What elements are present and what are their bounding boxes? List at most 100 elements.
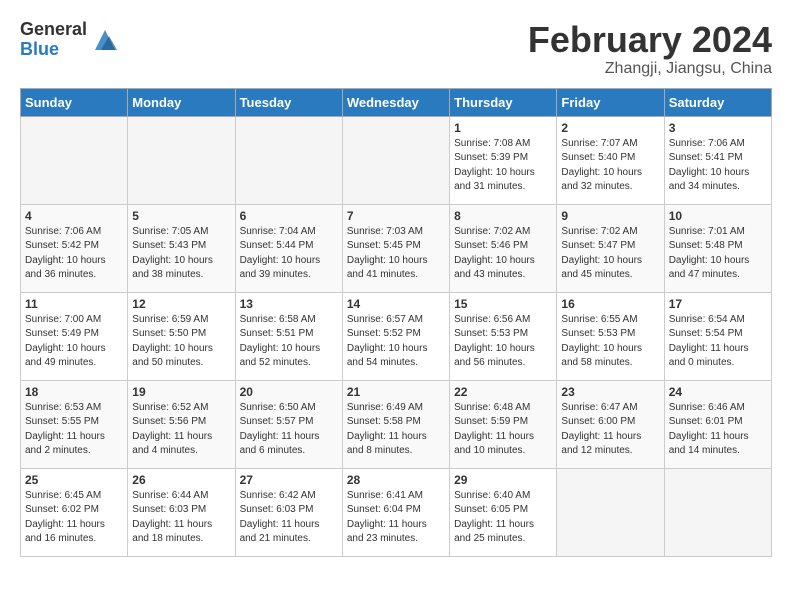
day-number: 22 (454, 385, 552, 399)
calendar-cell: 26 Sunrise: 6:44 AMSunset: 6:03 PMDayligh… (128, 468, 235, 556)
day-number: 17 (669, 297, 767, 311)
calendar-week-row: 18 Sunrise: 6:53 AMSunset: 5:55 PMDayligh… (21, 380, 772, 468)
day-number: 15 (454, 297, 552, 311)
calendar-cell: 20 Sunrise: 6:50 AMSunset: 5:57 PMDayligh… (235, 380, 342, 468)
calendar-cell (557, 468, 664, 556)
calendar-cell: 18 Sunrise: 6:53 AMSunset: 5:55 PMDayligh… (21, 380, 128, 468)
calendar-cell: 13Sunrise: 6:58 AMSunset: 5:51 PMDayligh… (235, 292, 342, 380)
calendar-cell: 24Sunrise: 6:46 AMSunset: 6:01 PMDayligh… (664, 380, 771, 468)
day-number: 24 (669, 385, 767, 399)
day-number: 4 (25, 209, 123, 223)
calendar-cell: 27Sunrise: 6:42 AMSunset: 6:03 PMDayligh… (235, 468, 342, 556)
day-number: 11 (25, 297, 123, 311)
cell-content: Sunrise: 7:02 AMSunset: 5:47 PMDaylight:… (561, 225, 659, 283)
calendar-cell: 8 Sunrise: 7:02 AMSunset: 5:46 PMDaylight… (450, 204, 557, 292)
calendar-week-row: 4 Sunrise: 7:06 AMSunset: 5:42 PMDaylight… (21, 204, 772, 292)
weekday-header-row: SundayMondayTuesdayWednesdayThursdayFrid… (21, 88, 772, 116)
day-number: 9 (561, 209, 659, 223)
cell-content: Sunrise: 6:57 AMSunset: 5:52 PMDaylight:… (347, 313, 445, 371)
calendar-cell: 4 Sunrise: 7:06 AMSunset: 5:42 PMDaylight… (21, 204, 128, 292)
calendar-cell: 2 Sunrise: 7:07 AMSunset: 5:40 PMDaylight… (557, 116, 664, 204)
calendar-cell (21, 116, 128, 204)
cell-content: Sunrise: 7:00 AMSunset: 5:49 PMDaylight:… (25, 313, 123, 371)
cell-content: Sunrise: 6:48 AMSunset: 5:59 PMDaylight:… (454, 401, 552, 459)
cell-content: Sunrise: 6:50 AMSunset: 5:57 PMDaylight:… (240, 401, 338, 459)
calendar-cell: 5 Sunrise: 7:05 AMSunset: 5:43 PMDaylight… (128, 204, 235, 292)
day-number: 2 (561, 121, 659, 135)
logo-blue-text: Blue (20, 40, 87, 60)
cell-content: Sunrise: 7:03 AMSunset: 5:45 PMDaylight:… (347, 225, 445, 283)
calendar-week-row: 25Sunrise: 6:45 AMSunset: 6:02 PMDayligh… (21, 468, 772, 556)
weekday-header: Tuesday (235, 88, 342, 116)
day-number: 6 (240, 209, 338, 223)
weekday-header: Monday (128, 88, 235, 116)
calendar-cell: 17 Sunrise: 6:54 AMSunset: 5:54 PMDayligh… (664, 292, 771, 380)
cell-content: Sunrise: 6:54 AMSunset: 5:54 PMDaylight:… (669, 313, 767, 371)
calendar-cell: 15 Sunrise: 6:56 AMSunset: 5:53 PMDayligh… (450, 292, 557, 380)
title-block: February 2024 Zhangji, Jiangsu, China (528, 20, 772, 78)
calendar-cell: 21 Sunrise: 6:49 AMSunset: 5:58 PMDayligh… (342, 380, 449, 468)
calendar-cell (664, 468, 771, 556)
day-number: 25 (25, 473, 123, 487)
day-number: 3 (669, 121, 767, 135)
weekday-header: Thursday (450, 88, 557, 116)
cell-content: Sunrise: 7:07 AMSunset: 5:40 PMDaylight:… (561, 137, 659, 195)
cell-content: Sunrise: 6:41 AMSunset: 6:04 PMDaylight:… (347, 489, 445, 547)
day-number: 12 (132, 297, 230, 311)
page-header: General Blue February 2024 Zhangji, Jian… (20, 20, 772, 78)
calendar-cell (128, 116, 235, 204)
cell-content: Sunrise: 7:01 AMSunset: 5:48 PMDaylight:… (669, 225, 767, 283)
day-number: 1 (454, 121, 552, 135)
calendar-cell: 22 Sunrise: 6:48 AMSunset: 5:59 PMDayligh… (450, 380, 557, 468)
day-number: 14 (347, 297, 445, 311)
cell-content: Sunrise: 7:08 AMSunset: 5:39 PMDaylight:… (454, 137, 552, 195)
day-number: 19 (132, 385, 230, 399)
day-number: 20 (240, 385, 338, 399)
weekday-header: Wednesday (342, 88, 449, 116)
logo: General Blue (20, 20, 119, 60)
calendar-cell: 28 Sunrise: 6:41 AMSunset: 6:04 PMDayligh… (342, 468, 449, 556)
cell-content: Sunrise: 6:40 AMSunset: 6:05 PMDaylight:… (454, 489, 552, 547)
cell-content: Sunrise: 6:44 AMSunset: 6:03 PMDaylight:… (132, 489, 230, 547)
calendar-cell: 6 Sunrise: 7:04 AMSunset: 5:44 PMDaylight… (235, 204, 342, 292)
calendar-cell: 12Sunrise: 6:59 AMSunset: 5:50 PMDayligh… (128, 292, 235, 380)
calendar-cell: 9 Sunrise: 7:02 AMSunset: 5:47 PMDaylight… (557, 204, 664, 292)
day-number: 10 (669, 209, 767, 223)
cell-content: Sunrise: 6:56 AMSunset: 5:53 PMDaylight:… (454, 313, 552, 371)
cell-content: Sunrise: 7:02 AMSunset: 5:46 PMDaylight:… (454, 225, 552, 283)
day-number: 29 (454, 473, 552, 487)
calendar-cell: 19Sunrise: 6:52 AMSunset: 5:56 PMDayligh… (128, 380, 235, 468)
weekday-header: Friday (557, 88, 664, 116)
cell-content: Sunrise: 7:05 AMSunset: 5:43 PMDaylight:… (132, 225, 230, 283)
weekday-header: Sunday (21, 88, 128, 116)
day-number: 26 (132, 473, 230, 487)
cell-content: Sunrise: 7:04 AMSunset: 5:44 PMDaylight:… (240, 225, 338, 283)
calendar-cell (235, 116, 342, 204)
calendar-cell (342, 116, 449, 204)
calendar-table: SundayMondayTuesdayWednesdayThursdayFrid… (20, 88, 772, 557)
calendar-cell: 14 Sunrise: 6:57 AMSunset: 5:52 PMDayligh… (342, 292, 449, 380)
calendar-cell: 16Sunrise: 6:55 AMSunset: 5:53 PMDayligh… (557, 292, 664, 380)
calendar-week-row: 1 Sunrise: 7:08 AMSunset: 5:39 PMDaylight… (21, 116, 772, 204)
day-number: 21 (347, 385, 445, 399)
calendar-cell: 1 Sunrise: 7:08 AMSunset: 5:39 PMDaylight… (450, 116, 557, 204)
cell-content: Sunrise: 6:53 AMSunset: 5:55 PMDaylight:… (25, 401, 123, 459)
calendar-cell: 3 Sunrise: 7:06 AMSunset: 5:41 PMDaylight… (664, 116, 771, 204)
day-number: 16 (561, 297, 659, 311)
cell-content: Sunrise: 7:06 AMSunset: 5:41 PMDaylight:… (669, 137, 767, 195)
calendar-cell: 29 Sunrise: 6:40 AMSunset: 6:05 PMDayligh… (450, 468, 557, 556)
cell-content: Sunrise: 7:06 AMSunset: 5:42 PMDaylight:… (25, 225, 123, 283)
calendar-week-row: 11 Sunrise: 7:00 AMSunset: 5:49 PMDayligh… (21, 292, 772, 380)
cell-content: Sunrise: 6:42 AMSunset: 6:03 PMDaylight:… (240, 489, 338, 547)
day-number: 5 (132, 209, 230, 223)
day-number: 28 (347, 473, 445, 487)
calendar-cell: 25Sunrise: 6:45 AMSunset: 6:02 PMDayligh… (21, 468, 128, 556)
day-number: 23 (561, 385, 659, 399)
weekday-header: Saturday (664, 88, 771, 116)
calendar-cell: 7 Sunrise: 7:03 AMSunset: 5:45 PMDaylight… (342, 204, 449, 292)
day-number: 18 (25, 385, 123, 399)
day-number: 8 (454, 209, 552, 223)
cell-content: Sunrise: 6:49 AMSunset: 5:58 PMDaylight:… (347, 401, 445, 459)
calendar-title: February 2024 (528, 20, 772, 60)
day-number: 7 (347, 209, 445, 223)
